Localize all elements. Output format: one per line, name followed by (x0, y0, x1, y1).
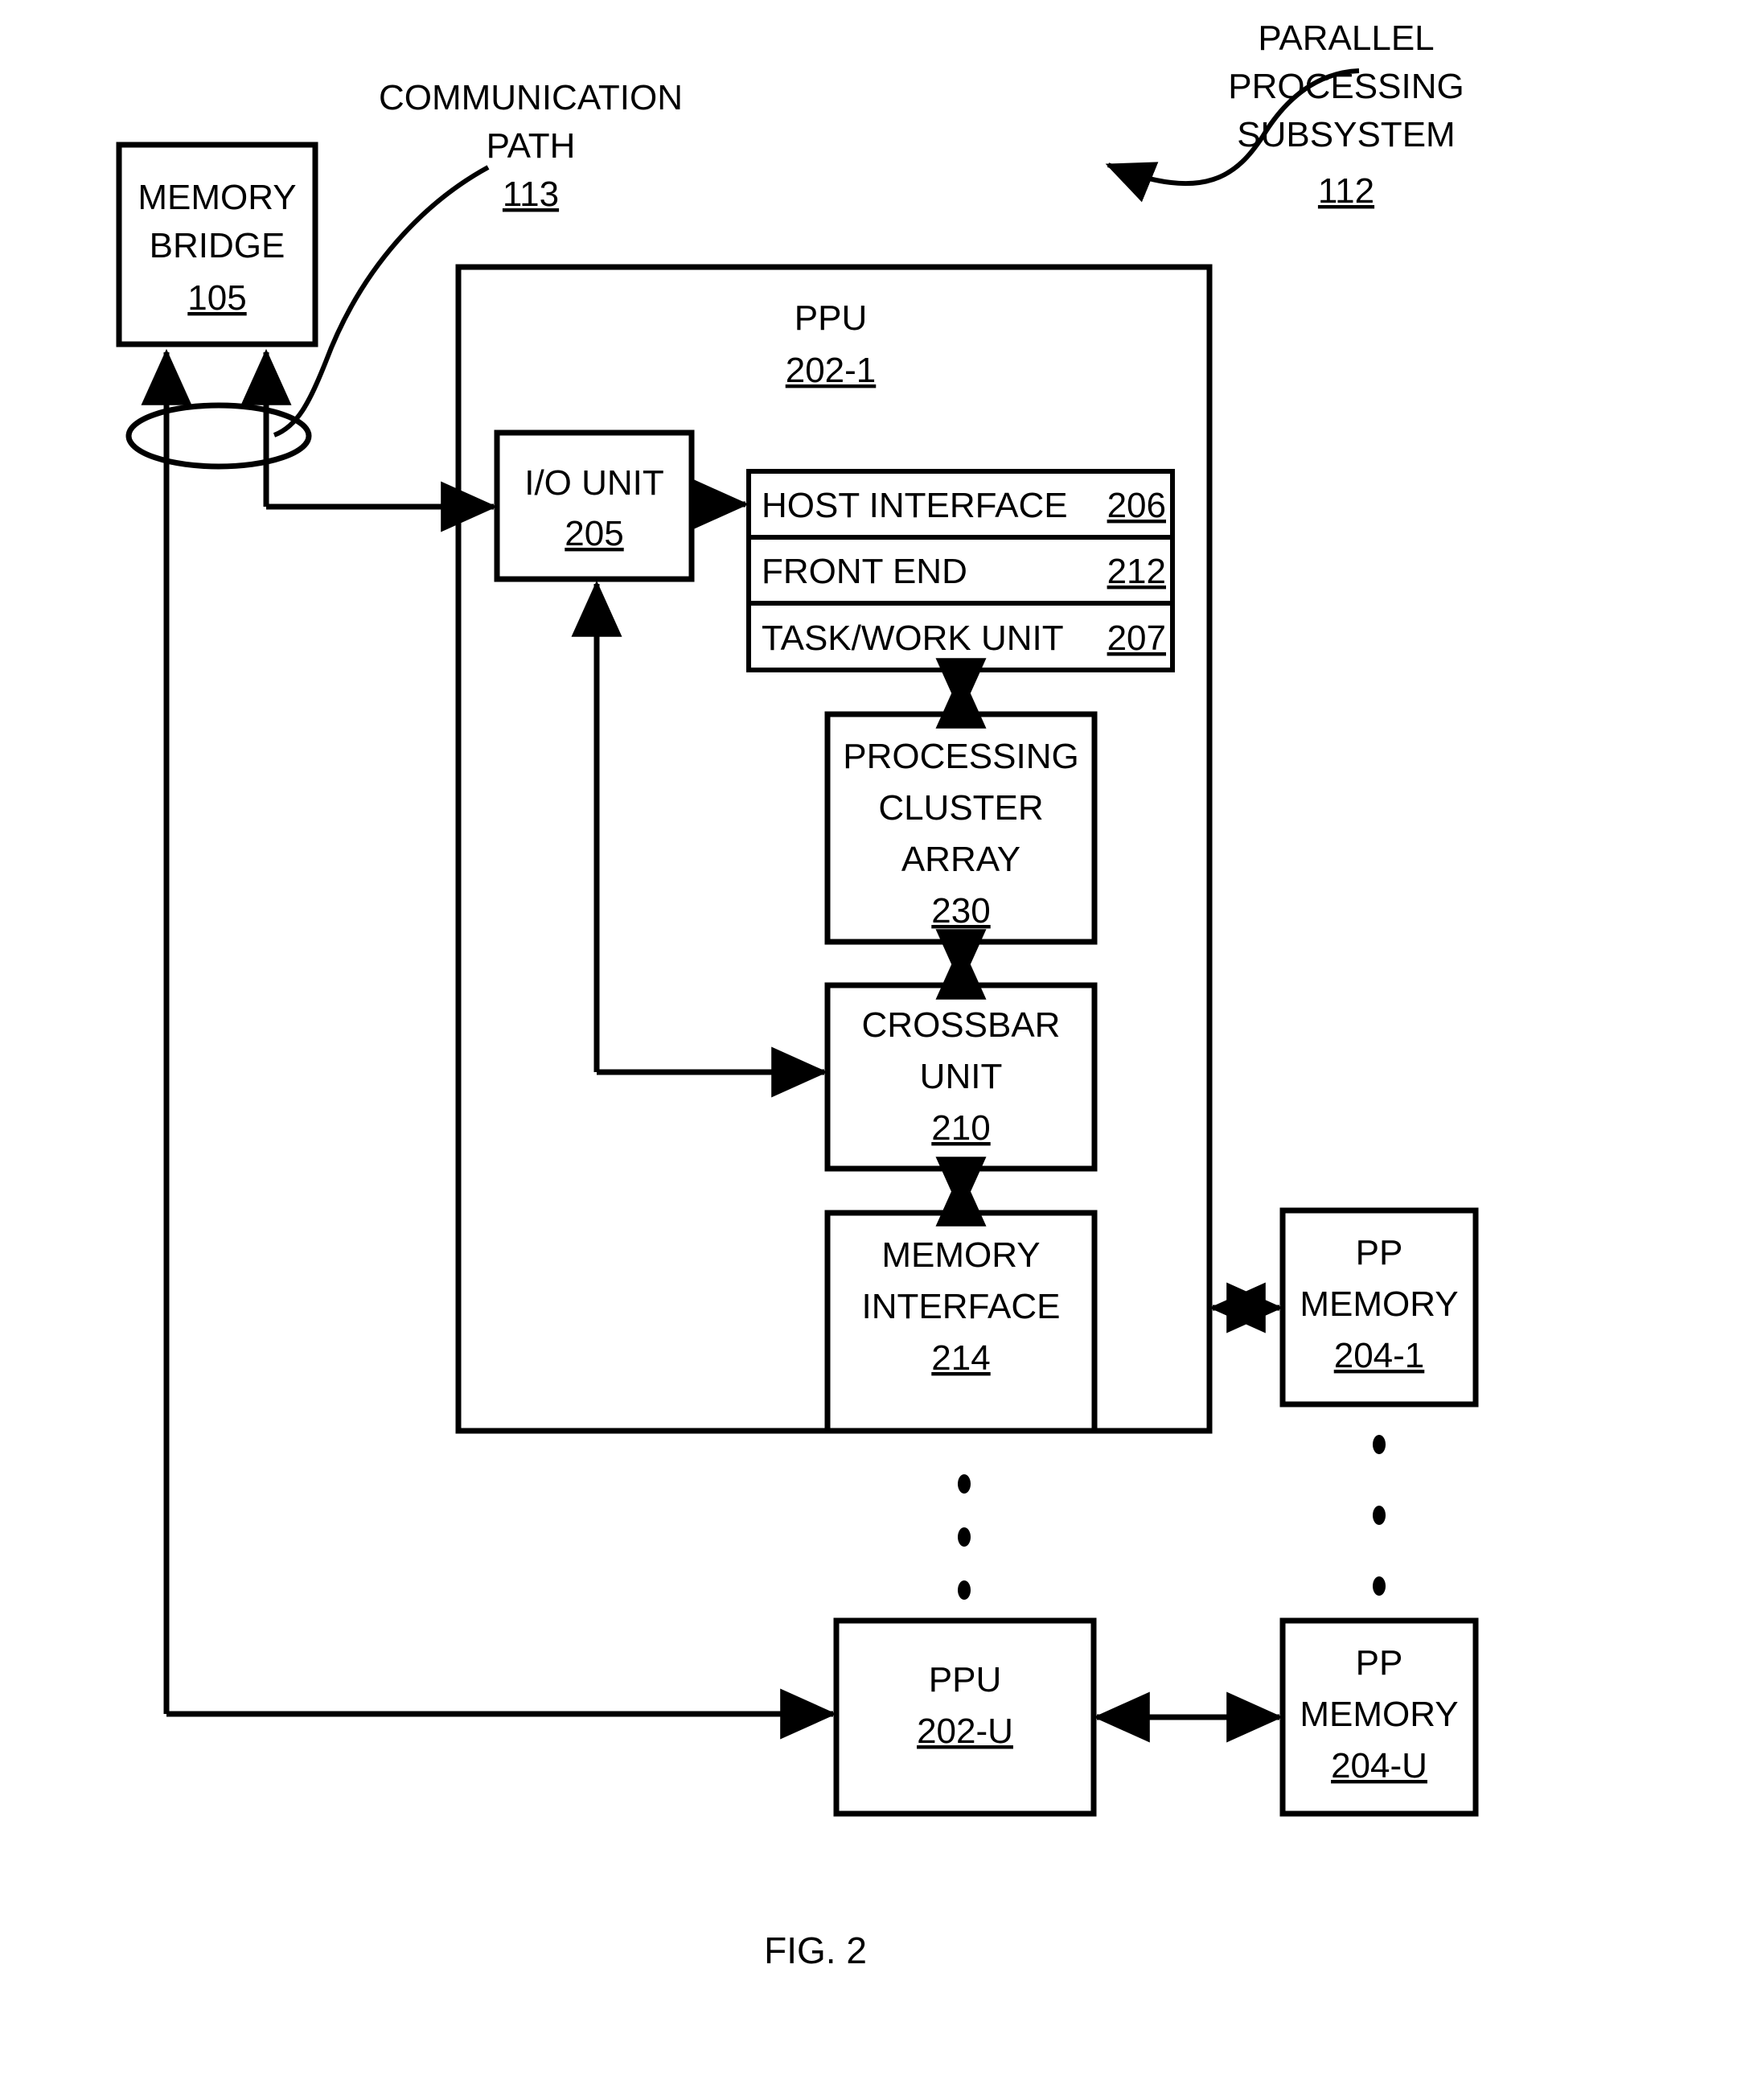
host-interface-ref: 206 (1107, 486, 1166, 525)
ppu-1-ref: 202-1 (786, 351, 877, 390)
host-interface-label: HOST INTERFACE (762, 486, 1068, 525)
io-unit-ref: 205 (565, 514, 623, 553)
figure-caption: FIG. 2 (764, 1929, 867, 1971)
processing-cluster-array-label-line2: CLUSTER (878, 788, 1043, 828)
memory-interface-ref: 214 (931, 1338, 990, 1378)
pp-memory-u-label-line2: MEMORY (1300, 1695, 1458, 1734)
communication-path-bundle-ellipse (125, 402, 312, 470)
ppu-1-label: PPU (795, 298, 867, 338)
diagram-canvas: COMMUNICATION PATH 113 PARALLEL PROCESSI… (116, 18, 1479, 1971)
communication-path-label-line2: PATH (487, 126, 576, 166)
crossbar-unit-ref: 210 (931, 1108, 990, 1148)
pp-memory-1-label-line1: PP (1356, 1233, 1403, 1272)
ellipsis-dot-ppu-1 (958, 1474, 971, 1494)
figure-2-diagram: COMMUNICATION PATH 113 PARALLEL PROCESSI… (0, 0, 1737, 2100)
pps-label-line2: PROCESSING (1228, 67, 1464, 106)
ellipsis-dot-ppmem-1 (1373, 1435, 1386, 1454)
pps-ref: 112 (1318, 171, 1374, 211)
ellipsis-dot-ppmem-3 (1373, 1576, 1386, 1596)
front-end-label: FRONT END (762, 552, 967, 591)
communication-path-ref: 113 (503, 175, 559, 214)
pp-memory-u-label-line1: PP (1356, 1643, 1403, 1683)
crossbar-unit-label-line2: UNIT (920, 1057, 1003, 1096)
processing-cluster-array-label-line1: PROCESSING (843, 737, 1078, 776)
memory-bridge-ref: 105 (187, 278, 246, 318)
memory-interface-label-line1: MEMORY (881, 1235, 1040, 1275)
front-end-ref: 212 (1107, 552, 1166, 591)
pp-memory-u-ref: 204-U (1331, 1746, 1427, 1786)
pp-memory-1-label-line2: MEMORY (1300, 1284, 1458, 1324)
ppu-u-label: PPU (929, 1660, 1001, 1699)
ppu-u-ref: 202-U (917, 1712, 1013, 1751)
crossbar-unit-label-line1: CROSSBAR (862, 1005, 1061, 1045)
task-work-unit-ref: 207 (1107, 618, 1166, 658)
memory-bridge-label-line1: MEMORY (138, 178, 296, 217)
ellipsis-dot-ppu-3 (958, 1580, 971, 1600)
io-unit-box (494, 429, 695, 582)
io-unit-label: I/O UNIT (524, 463, 664, 503)
task-work-unit-label: TASK/WORK UNIT (762, 618, 1064, 658)
pps-label-line3: SUBSYSTEM (1237, 115, 1455, 154)
communication-path-label-line1: COMMUNICATION (379, 78, 683, 117)
memory-bridge-label-line2: BRIDGE (150, 226, 285, 265)
processing-cluster-array-label-line3: ARRAY (901, 840, 1020, 879)
pp-memory-1-ref: 204-1 (1334, 1336, 1425, 1375)
ellipsis-dot-ppu-2 (958, 1527, 971, 1547)
memory-interface-label-line2: INTERFACE (862, 1287, 1061, 1326)
pps-label-line1: PARALLEL (1258, 18, 1434, 58)
processing-cluster-array-ref: 230 (931, 891, 990, 931)
ellipsis-dot-ppmem-2 (1373, 1506, 1386, 1525)
